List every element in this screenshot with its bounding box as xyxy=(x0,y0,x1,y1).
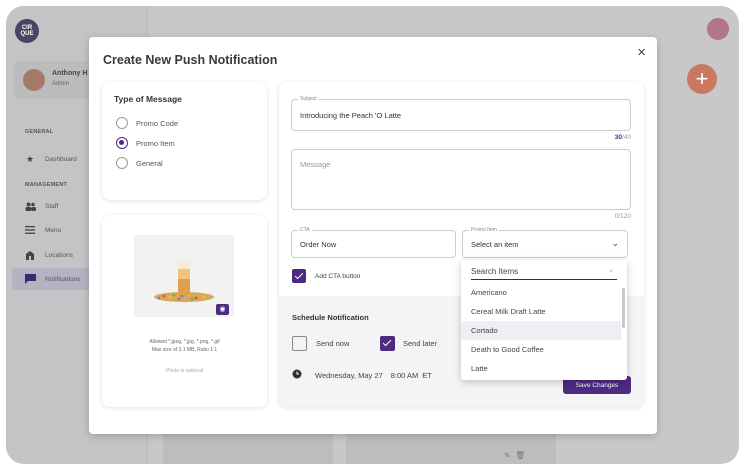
radio-button[interactable] xyxy=(116,117,128,129)
allowed-types-text: Allowed *.jpeg, *.jpg, *.png, *.gif xyxy=(149,339,220,345)
user-role: Admin xyxy=(52,81,70,87)
cta-value: Order Now xyxy=(300,240,337,249)
allowed-file-types: Allowed *.jpeg, *.jpg, *.png, *.gif Max … xyxy=(102,338,267,354)
add-cta-row[interactable]: Add CTA button xyxy=(292,269,360,283)
menu-lines-icon xyxy=(24,224,36,236)
message-field[interactable]: Message xyxy=(291,149,631,210)
nav-heading-general: GENERAL xyxy=(25,129,54,135)
sidebar-item-label: Menu xyxy=(45,226,62,234)
radio-general[interactable]: General xyxy=(116,157,163,169)
promo-item-select[interactable]: Promo Item Select an item ⌄ xyxy=(462,227,628,258)
user-name: Anthony H xyxy=(52,70,88,77)
message-counter: 0/120 xyxy=(614,213,631,220)
message-placeholder: Message xyxy=(300,160,331,169)
chat-icon xyxy=(24,273,36,285)
add-cta-checkbox[interactable] xyxy=(292,269,306,283)
photo-upload-panel[interactable]: ◉ Allowed *.jpeg, *.jpg, *.png, *.gif Ma… xyxy=(102,215,267,407)
radio-promo-item[interactable]: Promo Item xyxy=(116,137,175,149)
radio-promo-code[interactable]: Promo Code xyxy=(116,117,178,129)
avatar xyxy=(23,69,45,91)
subject-label: Subject xyxy=(298,96,319,102)
camera-icon[interactable]: ◉ xyxy=(216,304,229,315)
push-notification-modal: Create New Push Notification × Type of M… xyxy=(89,37,657,434)
sidebar-item-label: Dashboard xyxy=(45,155,77,163)
schedule-title: Schedule Notification xyxy=(292,313,369,322)
background-action-icons: ✎ 🗑 xyxy=(504,451,526,460)
chevron-down-icon: ⌄ xyxy=(611,238,619,248)
add-button[interactable]: + xyxy=(687,64,717,94)
close-icon[interactable]: × xyxy=(637,44,646,61)
type-of-message-title: Type of Message xyxy=(114,94,182,104)
people-icon xyxy=(24,200,36,212)
dropdown-scrollbar[interactable] xyxy=(622,288,625,328)
sidebar-item-label: Staff xyxy=(45,202,59,210)
send-now-checkbox[interactable] xyxy=(292,336,307,351)
dropdown-item[interactable]: Cereal Milk Draft Latte xyxy=(461,302,621,321)
cta-label: CTA xyxy=(298,227,312,233)
radio-label: General xyxy=(136,158,163,168)
dropdown-item-hovered[interactable]: Cortado xyxy=(461,321,621,340)
nav-heading-management: MANAGEMENT xyxy=(25,182,68,188)
radio-button[interactable] xyxy=(116,157,128,169)
add-cta-label: Add CTA button xyxy=(315,272,361,280)
search-placeholder: Search Items xyxy=(471,267,519,276)
schedule-datetime[interactable]: Wednesday, May 27 8:00 AM ET xyxy=(292,369,432,381)
star-icon: ★ xyxy=(25,153,35,164)
max-size-text: Max size of 3.1 MB, Ratio 1:1 xyxy=(151,347,218,353)
cta-field[interactable]: CTA Order Now xyxy=(291,227,456,258)
profile-avatar[interactable] xyxy=(707,18,729,40)
modal-title: Create New Push Notification xyxy=(103,53,278,67)
subject-max: /40 xyxy=(621,134,631,141)
sidebar-item-label: Notifications xyxy=(45,275,81,283)
schedule-time: 8:00 AM xyxy=(390,370,419,380)
schedule-timezone: ET xyxy=(422,370,432,380)
send-later-option[interactable]: Send later xyxy=(380,336,437,351)
schedule-date: Wednesday, May 27 xyxy=(315,370,383,380)
type-of-message-panel: Type of Message Promo Code Promo Item Ge… xyxy=(102,82,267,200)
subject-value: Introducing the Peach 'O Latte xyxy=(300,111,402,120)
search-icon: ⌕ xyxy=(609,268,613,275)
subject-count: 30 xyxy=(614,134,622,141)
send-now-label: Send now xyxy=(316,339,350,348)
radio-button-selected[interactable] xyxy=(116,137,128,149)
radio-label: Promo Item xyxy=(136,138,175,148)
app-logo[interactable]: CIR QUE xyxy=(15,19,39,43)
subject-counter: 30/40 xyxy=(615,134,631,141)
photo-optional-text: Photo is optional xyxy=(166,368,203,374)
subject-field[interactable]: Subject Introducing the Peach 'O Latte xyxy=(291,96,631,131)
send-later-label: Send later xyxy=(403,339,438,348)
promo-item-dropdown[interactable]: Search Items ⌕ Americano Cereal Milk Dra… xyxy=(461,260,627,380)
search-items-input[interactable]: Search Items ⌕ xyxy=(471,267,617,280)
dropdown-item[interactable]: Americano xyxy=(461,283,621,302)
send-later-checkbox[interactable] xyxy=(380,336,395,351)
promo-item-value: Select an item xyxy=(471,240,519,249)
clock-icon xyxy=(292,369,302,381)
background-card xyxy=(163,430,333,464)
dropdown-item[interactable]: Death to Good Coffee xyxy=(461,340,621,359)
send-now-option[interactable]: Send now xyxy=(292,336,349,351)
building-icon xyxy=(24,249,36,261)
promo-item-label: Promo Item xyxy=(469,227,499,233)
sidebar-item-label: Locations xyxy=(45,251,73,259)
logo-text-bottom: QUE xyxy=(20,31,34,37)
radio-label: Promo Code xyxy=(136,118,179,128)
dropdown-item[interactable]: Latte xyxy=(461,359,621,378)
